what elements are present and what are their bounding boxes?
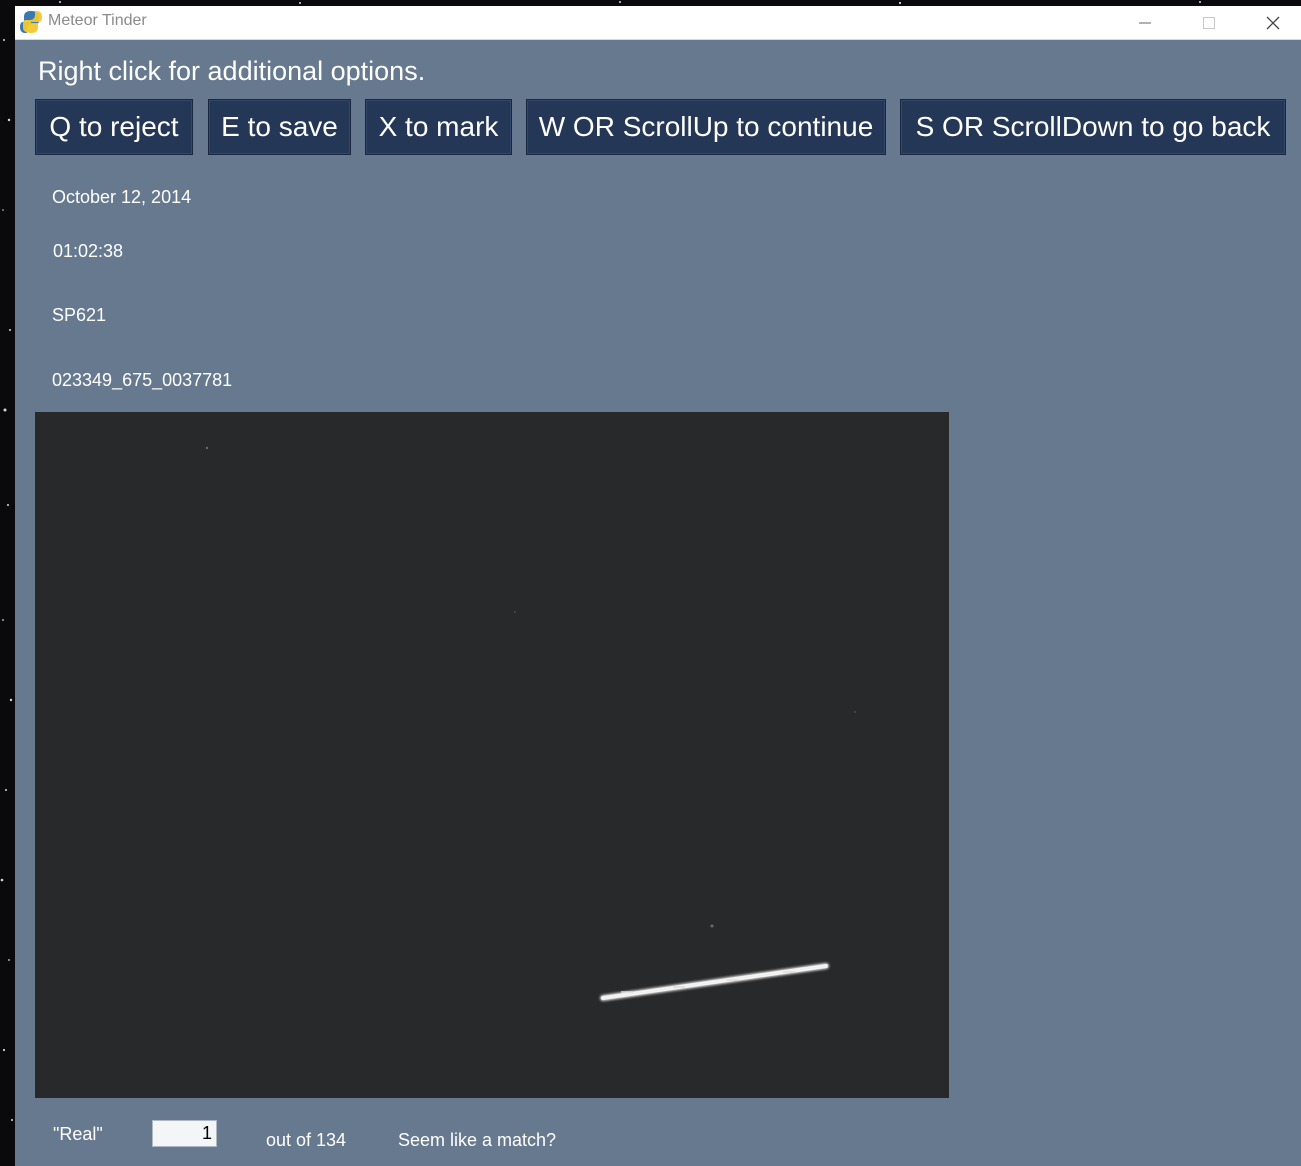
instructions-text: Right click for additional options. bbox=[38, 56, 426, 86]
continue-button[interactable]: W OR ScrollUp to continue bbox=[526, 99, 886, 155]
go-back-button[interactable]: S OR ScrollDown to go back bbox=[900, 99, 1286, 155]
close-button[interactable] bbox=[1241, 6, 1301, 39]
match-question: Seem like a match? bbox=[398, 1130, 557, 1150]
python-app-icon bbox=[20, 11, 42, 33]
meteor-image[interactable] bbox=[35, 412, 949, 1098]
total-count-label: out of 134 bbox=[266, 1130, 347, 1150]
station-code: SP621 bbox=[52, 305, 107, 325]
file-id: 023349_675_0037781 bbox=[52, 370, 233, 390]
save-button[interactable]: E to save bbox=[208, 99, 351, 155]
current-index-input[interactable] bbox=[152, 1120, 217, 1147]
capture-date: October 12, 2014 bbox=[52, 187, 192, 207]
capture-time: 01:02:38 bbox=[53, 241, 124, 261]
app-window: Meteor Tinder Right click for additional… bbox=[15, 6, 1301, 1166]
minimize-button[interactable] bbox=[1113, 6, 1177, 39]
real-label: "Real" bbox=[53, 1124, 103, 1144]
title-bar[interactable]: Meteor Tinder bbox=[15, 6, 1301, 40]
maximize-button[interactable] bbox=[1177, 6, 1241, 39]
minimize-icon bbox=[1139, 22, 1151, 23]
close-icon bbox=[1266, 16, 1280, 29]
maximize-icon bbox=[1203, 16, 1215, 29]
mark-button[interactable]: X to mark bbox=[365, 99, 512, 155]
window-title: Meteor Tinder bbox=[48, 12, 147, 29]
reject-button[interactable]: Q to reject bbox=[35, 99, 193, 155]
